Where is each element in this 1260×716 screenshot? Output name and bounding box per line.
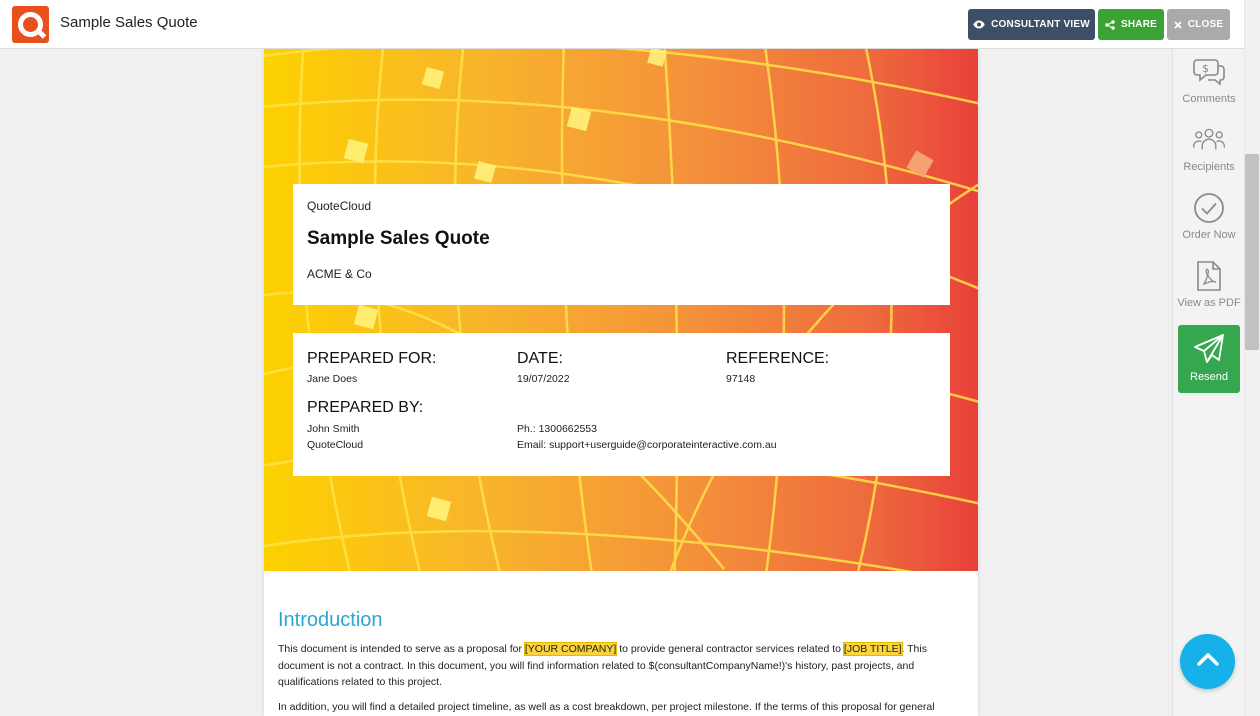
cover-banner: QuoteCloud Sample Sales Quote ACME & Co … — [264, 49, 978, 571]
document-title: Sample Sales Quote — [307, 228, 490, 249]
scroll-to-top-button[interactable] — [1180, 634, 1235, 689]
chevron-up-icon — [1196, 652, 1219, 671]
date-value: 19/07/2022 — [517, 373, 570, 385]
scrollbar-thumb[interactable] — [1245, 154, 1259, 350]
title-card: QuoteCloud Sample Sales Quote ACME & Co — [293, 184, 950, 305]
share-icon — [1105, 19, 1115, 30]
sidebar-item-order-now[interactable]: Order Now — [1173, 191, 1245, 241]
action-sidebar: $ Comments Recipients Order Now View as … — [1172, 49, 1244, 716]
phone-value: Ph.: 1300662553 — [517, 423, 597, 435]
introduction-paragraph-2: In addition, you will find a detailed pr… — [278, 700, 935, 713]
sidebar-item-recipients[interactable]: Recipients — [1173, 123, 1245, 173]
prepared-by-company: QuoteCloud — [307, 439, 364, 451]
introduction-heading: Introduction — [278, 609, 383, 631]
date-heading: DATE: — [517, 350, 563, 367]
cover-pattern — [264, 49, 978, 571]
paper-plane-icon — [1192, 332, 1226, 366]
quote-details-card: PREPARED FOR: Jane Does DATE: 19/07/2022… — [293, 333, 950, 476]
sidebar-item-view-pdf[interactable]: View as PDF — [1173, 259, 1245, 309]
people-icon — [1192, 123, 1226, 157]
top-bar: Sample Sales Quote CONSULTANT VIEW SHARE… — [0, 0, 1244, 49]
prepared-for-value: Jane Does — [307, 373, 358, 385]
page-title: Sample Sales Quote — [60, 14, 198, 31]
email-value: Email: support+userguide@corporateintera… — [517, 439, 777, 451]
reference-heading: REFERENCE: — [726, 350, 830, 367]
company-placeholder: [YOUR COMPANY] — [523, 642, 618, 656]
job-title-placeholder: [JOB TITLE] — [842, 642, 903, 656]
reference-value: 97148 — [726, 373, 756, 385]
introduction-section: Introduction This document is intended t… — [278, 609, 958, 716]
resend-button[interactable]: Resend — [1178, 325, 1240, 393]
prepared-by-name: John Smith — [307, 423, 360, 435]
quotecloud-logo-icon[interactable] — [12, 6, 49, 43]
prepared-by-heading: PREPARED BY: — [307, 399, 424, 416]
svg-text:$: $ — [1202, 62, 1209, 75]
share-button[interactable]: SHARE — [1098, 9, 1164, 40]
brand-name: QuoteCloud — [307, 199, 372, 213]
page-scrollbar[interactable] — [1244, 0, 1260, 716]
eye-icon — [973, 20, 985, 29]
prepared-for-heading: PREPARED FOR: — [307, 350, 437, 367]
quote-document: QuoteCloud Sample Sales Quote ACME & Co … — [264, 49, 978, 716]
sidebar-item-comments[interactable]: $ Comments — [1173, 55, 1245, 105]
check-circle-icon — [1192, 191, 1226, 225]
introduction-paragraph-1: This document is intended to serve as a … — [278, 642, 927, 688]
consultant-view-button[interactable]: CONSULTANT VIEW — [968, 9, 1095, 40]
close-button[interactable]: CLOSE — [1167, 9, 1230, 40]
pdf-file-icon — [1192, 259, 1226, 293]
client-company: ACME & Co — [307, 267, 372, 281]
close-icon — [1174, 20, 1182, 29]
comments-dollar-icon: $ — [1192, 55, 1226, 89]
